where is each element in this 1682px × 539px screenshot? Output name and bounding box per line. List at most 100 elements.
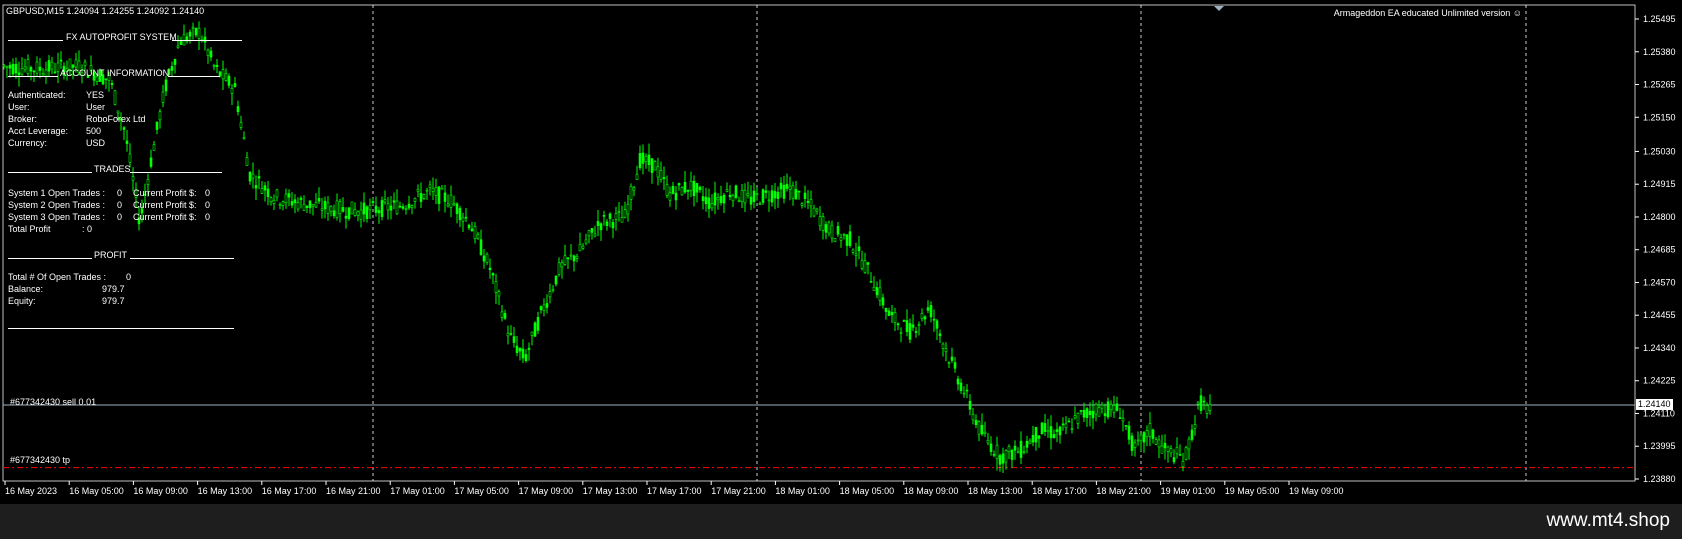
candle-body bbox=[47, 60, 51, 72]
shift-marker-icon[interactable] bbox=[1214, 6, 1224, 11]
candle-body bbox=[623, 209, 627, 218]
candle-body bbox=[569, 254, 573, 257]
candle-body bbox=[848, 231, 852, 246]
candle-body bbox=[551, 289, 555, 291]
candle-body bbox=[476, 234, 480, 239]
candle-body bbox=[1118, 417, 1122, 419]
time-axis-label: 17 May 13:00 bbox=[583, 486, 638, 496]
candle-body bbox=[350, 201, 354, 215]
candle-body bbox=[1019, 440, 1023, 458]
candle-body bbox=[656, 166, 660, 178]
candle-body bbox=[128, 153, 132, 163]
price-axis-label: 1.25265 bbox=[1643, 80, 1676, 90]
price-chart[interactable]: 16 May 2023 16 May 05:00 16 May 09:00 16 Ma… bbox=[0, 0, 1682, 504]
candle-body bbox=[479, 239, 483, 256]
candle-body bbox=[1190, 429, 1194, 440]
candle-body bbox=[407, 203, 411, 209]
candle-body bbox=[509, 333, 513, 335]
candle-body bbox=[464, 216, 468, 219]
candle-body bbox=[1154, 439, 1158, 445]
price-axis-label: 1.23880 bbox=[1643, 474, 1676, 484]
price-axis-label: 1.25030 bbox=[1643, 146, 1676, 156]
candle-body bbox=[272, 199, 276, 204]
total-profit-value: : 0 bbox=[82, 224, 93, 234]
candle-body bbox=[1106, 401, 1110, 418]
candle-body bbox=[719, 196, 723, 204]
account-label: Acct Leverage: bbox=[8, 126, 69, 136]
candle-body bbox=[566, 257, 570, 260]
candle-body bbox=[806, 200, 810, 203]
price-axis-label: 1.24455 bbox=[1643, 310, 1676, 320]
candle-body bbox=[149, 157, 153, 167]
panel-divider bbox=[172, 40, 242, 41]
candle-body bbox=[329, 205, 333, 212]
candle-body bbox=[884, 307, 888, 312]
candle-body bbox=[1205, 405, 1209, 414]
price-axis-label: 1.25150 bbox=[1643, 112, 1676, 122]
panel-title-account: ACCOUNT INFORMATION bbox=[60, 68, 170, 78]
candle-body bbox=[398, 205, 402, 208]
candle-body bbox=[830, 225, 834, 239]
candle-body bbox=[38, 66, 42, 71]
candle-body bbox=[431, 188, 435, 192]
candle-body bbox=[557, 262, 561, 275]
candle-body bbox=[875, 287, 879, 296]
candle-body bbox=[1160, 445, 1164, 454]
chart-window[interactable]: 16 May 2023 16 May 05:00 16 May 09:00 16 Ma… bbox=[0, 0, 1682, 504]
price-axis-label: 1.24915 bbox=[1643, 179, 1676, 189]
candle-body bbox=[980, 424, 984, 435]
candle-body bbox=[113, 90, 117, 105]
candle-body bbox=[962, 392, 966, 395]
candle-body bbox=[281, 201, 285, 206]
account-label: Authenticated: bbox=[8, 90, 66, 100]
candle-body bbox=[491, 273, 495, 276]
candle-body bbox=[20, 68, 24, 75]
candle-body bbox=[1124, 425, 1128, 427]
candle-body bbox=[401, 206, 405, 209]
account-value: USD bbox=[86, 138, 106, 148]
time-axis-label: 19 May 01:00 bbox=[1161, 486, 1216, 496]
candle-body bbox=[341, 207, 345, 212]
candle-body bbox=[311, 204, 315, 207]
candle-body bbox=[1196, 402, 1200, 405]
candle-body bbox=[548, 291, 552, 298]
candle-body bbox=[1052, 434, 1056, 439]
candle-body bbox=[923, 316, 927, 320]
candle-body bbox=[269, 197, 273, 202]
candle-body bbox=[59, 59, 63, 62]
candle-body bbox=[155, 121, 159, 130]
candle-body bbox=[299, 197, 303, 200]
candle-body bbox=[944, 348, 948, 352]
candle-body bbox=[713, 192, 717, 206]
candle-body bbox=[1145, 430, 1149, 438]
candle-body bbox=[581, 245, 585, 249]
time-axis-label: 16 May 21:00 bbox=[326, 486, 381, 496]
candle-body bbox=[449, 194, 453, 208]
candle-body bbox=[788, 185, 792, 190]
candle-body bbox=[233, 83, 237, 88]
candle-body bbox=[1169, 448, 1173, 454]
candle-body bbox=[380, 200, 384, 217]
ea-banner: Armageddon EA educated Unlimited version… bbox=[1333, 8, 1522, 18]
candle-body bbox=[863, 260, 867, 273]
candle-body bbox=[743, 189, 747, 204]
candle-body bbox=[872, 286, 876, 291]
candle-body bbox=[680, 187, 684, 196]
candle-body bbox=[947, 362, 951, 364]
candle-body bbox=[161, 91, 165, 103]
account-value: 500 bbox=[86, 126, 102, 136]
candle-body bbox=[266, 188, 270, 198]
candle-body bbox=[425, 189, 429, 192]
candle-body bbox=[368, 205, 372, 211]
trades-count: 0 bbox=[117, 212, 123, 222]
candle-body bbox=[887, 310, 891, 316]
candle-body bbox=[1202, 400, 1206, 403]
candle-body bbox=[437, 186, 441, 204]
candle-body bbox=[278, 203, 282, 206]
candle-body bbox=[494, 281, 498, 293]
candle-body bbox=[827, 222, 831, 234]
candle-body bbox=[770, 190, 774, 203]
candle-body bbox=[284, 193, 288, 204]
footer-brand: www.mt4.shop bbox=[1546, 510, 1670, 531]
candle-body bbox=[1175, 446, 1179, 454]
